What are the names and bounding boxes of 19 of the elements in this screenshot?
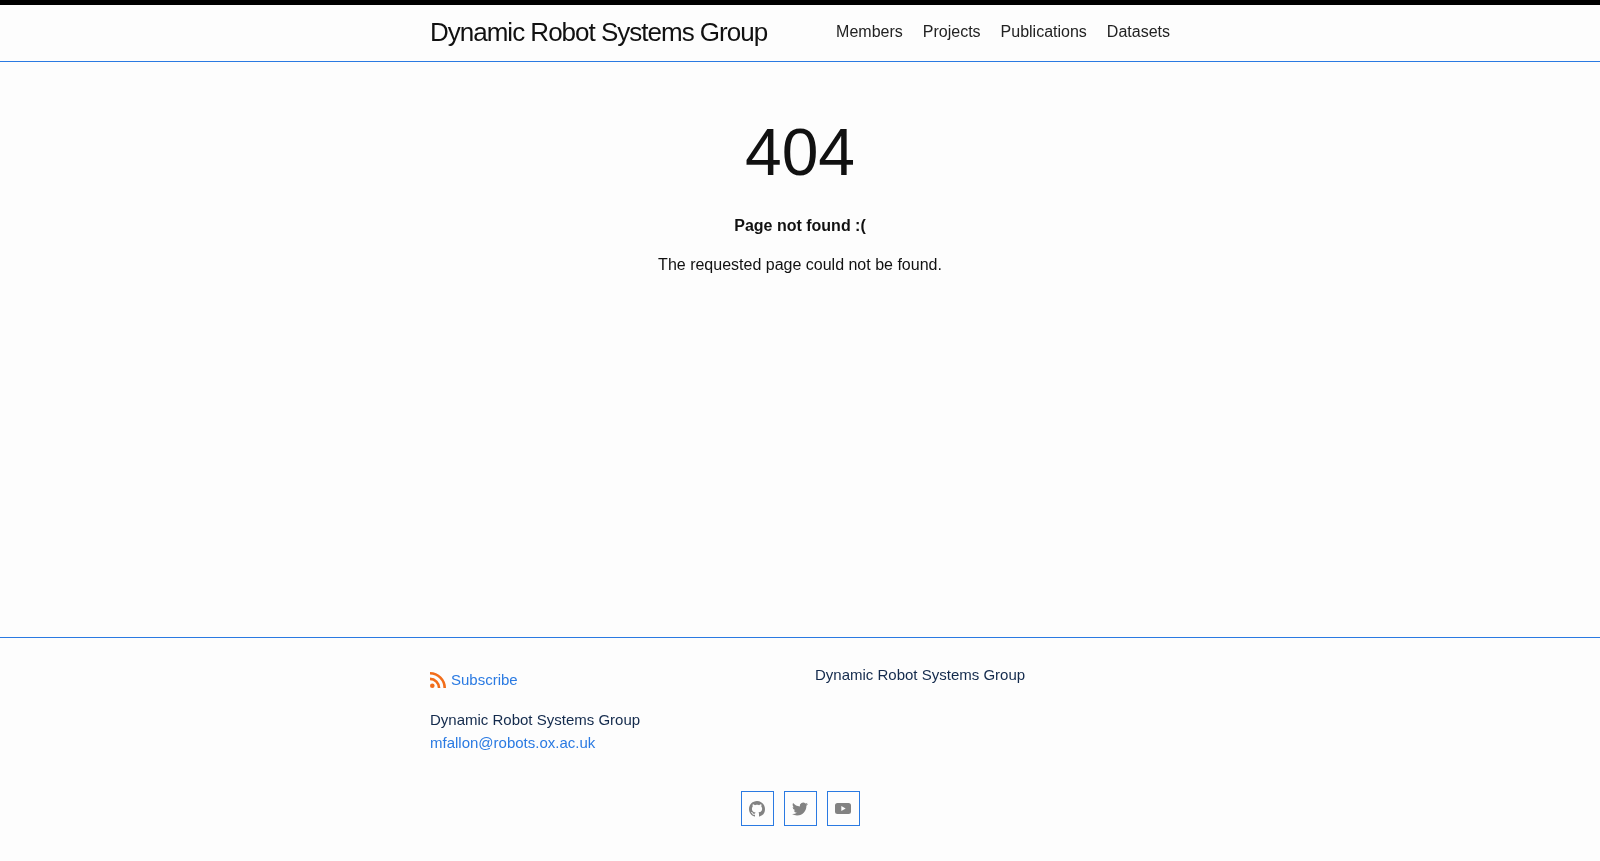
nav-link[interactable]: Members <box>836 20 903 44</box>
subscribe-link[interactable]: Subscribe <box>430 668 518 692</box>
youtube-icon <box>835 803 851 814</box>
rss-icon <box>430 672 446 688</box>
nav-link[interactable]: Projects <box>922 20 981 44</box>
github-icon <box>749 800 765 817</box>
nav-link[interactable]: Publications <box>1000 20 1087 44</box>
footer-org-name: Dynamic Robot Systems Group <box>430 710 641 730</box>
twitter-icon <box>792 800 808 817</box>
footer-description: Dynamic Robot Systems Group <box>815 665 1026 685</box>
social-link[interactable] <box>783 791 817 826</box>
email-link[interactable]: mfallon@robots.ox.ac.uk <box>430 731 596 754</box>
social-link[interactable] <box>826 791 860 826</box>
error-message: The requested page could not be found. <box>658 255 942 275</box>
error-heading: Page not found :( <box>734 216 866 236</box>
site-title[interactable]: Dynamic Robot Systems Group <box>430 5 768 59</box>
nav-link[interactable]: Datasets <box>1106 20 1170 44</box>
error-code: 404 <box>744 119 856 185</box>
social-link[interactable] <box>740 791 774 826</box>
